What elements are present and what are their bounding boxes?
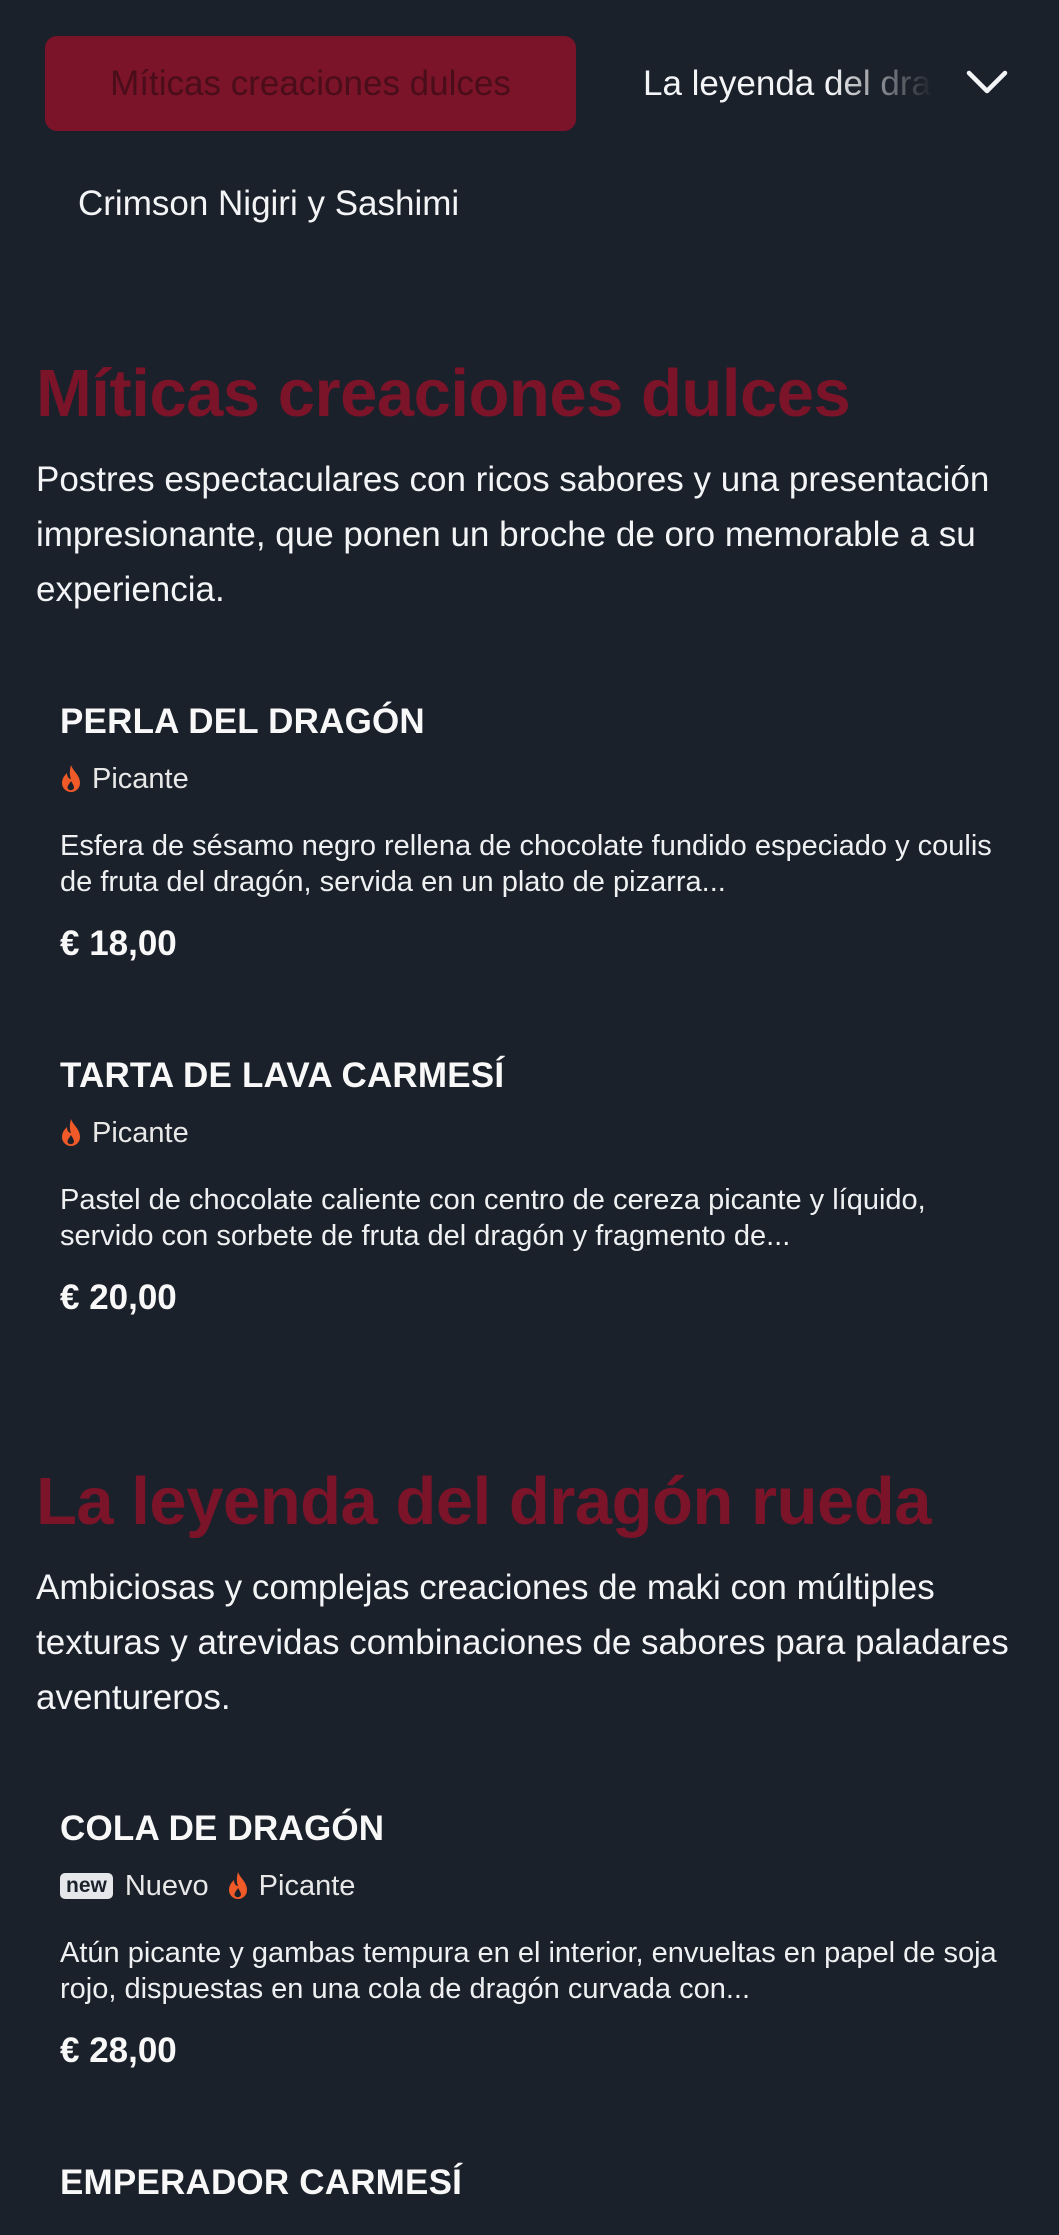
category-chip-nigiri[interactable]: Crimson Nigiri y Sashimi (78, 178, 459, 230)
item-description: Atún picante y gambas tempura en el inte… (60, 1937, 997, 2005)
item-name: EMPERADOR CARMESÍ (60, 2163, 463, 2202)
menu-item[interactable]: COLA DE DRAGÓN new Nuevo Picante Atún pi… (60, 1809, 1020, 2071)
spicy-tag: Picante (60, 1117, 189, 1150)
item-price: € 20,00 (60, 1278, 177, 1317)
item-description: Pastel de chocolate caliente con centro … (60, 1184, 926, 1252)
item-price: € 28,00 (60, 2031, 177, 2070)
section-title: La leyenda del dragón rueda (36, 1464, 931, 1539)
item-description: Esfera de sésamo negro rellena de chocol… (60, 830, 992, 898)
new-label: Nuevo (124, 1869, 209, 1902)
new-badge-icon: new (60, 1873, 113, 1899)
spicy-label: Picante (92, 762, 189, 795)
menu-page: Míticas creaciones dulces La leyenda del… (0, 0, 1059, 2235)
category-chip-active[interactable]: Míticas creaciones dulces (45, 36, 576, 131)
category-nav: Míticas creaciones dulces La leyenda del… (0, 0, 1059, 300)
section-title: Míticas creaciones dulces (36, 356, 851, 431)
item-name: COLA DE DRAGÓN (60, 1809, 385, 1848)
item-tags: Picante (60, 1114, 1020, 1152)
spicy-label: Picante (258, 1869, 356, 1902)
item-name: TARTA DE LAVA CARMESÍ (60, 1056, 505, 1095)
new-tag: new Nuevo (60, 1870, 209, 1903)
flame-icon (62, 1119, 80, 1146)
section-description: Ambiciosas y complejas creaciones de mak… (36, 1568, 1009, 1717)
menu-item[interactable]: PERLA DEL DRAGÓN Picante Esfera de sésam… (60, 702, 1020, 964)
spicy-tag: Picante (60, 763, 189, 796)
item-tags: Picante (60, 760, 1020, 798)
section-description: Postres espectaculares con ricos sabores… (36, 460, 990, 609)
flame-icon (228, 1872, 247, 1899)
spicy-tag: Picante (227, 1869, 356, 1903)
spicy-label: Picante (92, 1116, 189, 1149)
item-name: PERLA DEL DRAGÓN (60, 702, 425, 741)
chevron-down-icon[interactable] (962, 62, 1012, 102)
menu-item[interactable]: EMPERADOR CARMESÍ (60, 2163, 1020, 2203)
flame-icon (62, 765, 80, 792)
item-tags: new Nuevo Picante (60, 1867, 1020, 1905)
category-chip-next[interactable]: La leyenda del dragón rueda (643, 36, 933, 131)
menu-item[interactable]: TARTA DE LAVA CARMESÍ Picante Pastel de … (60, 1056, 1020, 1318)
item-price: € 18,00 (60, 924, 177, 963)
